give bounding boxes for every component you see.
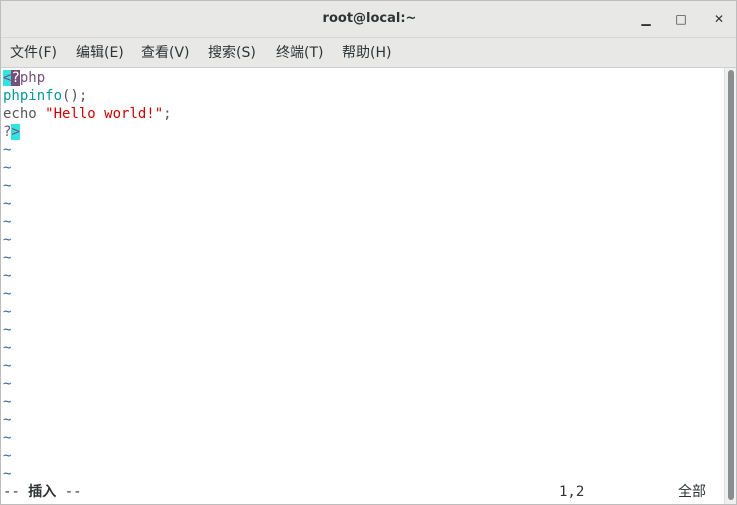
- empty-line-marker: ~: [3, 142, 12, 158]
- empty-line-marker: ~: [3, 160, 12, 176]
- function-name: phpinfo: [3, 88, 63, 104]
- terminal-window: root@local:~ ▁ □ ✕ 文件(F) 编辑(E) 查看(V) 搜索(…: [0, 0, 737, 505]
- string-literal: "Hello world!": [45, 106, 164, 122]
- statement-end: ;: [163, 106, 172, 122]
- empty-line-marker: ~: [3, 196, 12, 212]
- empty-line-marker: ~: [3, 322, 12, 338]
- menu-terminal[interactable]: 终端(T): [276, 43, 323, 63]
- close-icon[interactable]: ✕: [711, 11, 727, 27]
- menu-view[interactable]: 查看(V): [141, 43, 190, 63]
- scrollbar-thumb[interactable]: [728, 70, 734, 500]
- menu-search[interactable]: 搜索(S): [208, 43, 256, 63]
- code-line-4: ?>: [3, 123, 20, 141]
- empty-line-marker: ~: [3, 214, 12, 230]
- scroll-scope: 全部: [678, 484, 706, 500]
- window-title: root@local:~: [322, 11, 417, 26]
- menu-bar: 文件(F) 编辑(E) 查看(V) 搜索(S) 终端(T) 帮助(H): [1, 38, 736, 68]
- mode-prefix: --: [3, 484, 29, 500]
- empty-line-marker: ~: [3, 232, 12, 248]
- empty-line-marker: ~: [3, 448, 12, 464]
- bracket-match-close: >: [11, 124, 20, 140]
- mode-suffix: --: [56, 484, 82, 500]
- title-bar[interactable]: root@local:~ ▁ □ ✕: [1, 1, 736, 38]
- vertical-scrollbar[interactable]: [724, 68, 736, 504]
- empty-line-marker: ~: [3, 304, 12, 320]
- empty-line-marker: ~: [3, 250, 12, 266]
- insert-mode-label: 插入: [28, 484, 57, 500]
- empty-line-marker: ~: [3, 286, 12, 302]
- empty-line-marker: ~: [3, 412, 12, 428]
- function-parens: ();: [62, 88, 88, 104]
- code-line-2: phpinfo();: [3, 87, 87, 105]
- empty-line-marker: ~: [3, 358, 12, 374]
- empty-line-marker: ~: [3, 466, 12, 482]
- vim-status-line: -- 插入 -- 1,2 全部: [3, 483, 721, 501]
- minimize-icon[interactable]: ▁: [638, 11, 654, 27]
- code-line-3: echo "Hello world!";: [3, 105, 172, 123]
- empty-line-marker: ~: [3, 376, 12, 392]
- php-tag-text: php: [19, 70, 46, 86]
- empty-line-marker: ~: [3, 268, 12, 284]
- empty-line-marker: ~: [3, 340, 12, 356]
- empty-line-marker: ~: [3, 430, 12, 446]
- cursor: ?: [11, 70, 20, 86]
- menu-edit[interactable]: 编辑(E): [76, 43, 124, 63]
- vim-editor-area[interactable]: <?php phpinfo(); echo "Hello world!"; ?>…: [1, 68, 724, 503]
- cursor-position: 1,2: [559, 484, 585, 500]
- echo-keyword: echo: [3, 106, 46, 122]
- menu-file[interactable]: 文件(F): [10, 43, 57, 63]
- menu-help[interactable]: 帮助(H): [342, 43, 391, 63]
- empty-line-marker: ~: [3, 394, 12, 410]
- maximize-icon[interactable]: □: [673, 11, 689, 27]
- empty-line-marker: ~: [3, 178, 12, 194]
- code-line-1: <?php: [3, 69, 45, 87]
